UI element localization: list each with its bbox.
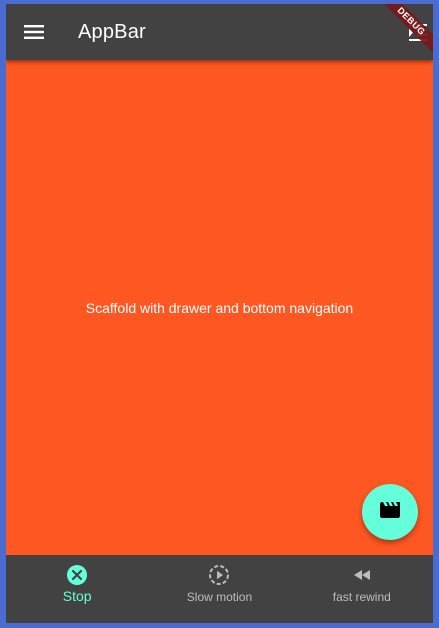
page-title: AppBar <box>78 21 146 43</box>
nav-item-fast-rewind[interactable]: fast rewind <box>291 555 433 623</box>
menu-button[interactable] <box>18 16 50 48</box>
movie-clapperboard-icon <box>378 498 402 527</box>
nav-label-stop: Stop <box>62 588 92 604</box>
body-text: Scaffold with drawer and bottom navigati… <box>85 300 354 316</box>
slow-motion-video-icon <box>208 564 230 586</box>
appbar-action-button[interactable] <box>403 16 433 48</box>
bottom-navigation-bar: Stop Slow motion fast rewind <box>6 555 433 623</box>
nav-item-slow-motion[interactable]: Slow motion <box>148 555 290 623</box>
format-indent-icon <box>403 24 433 52</box>
floating-action-button[interactable] <box>362 484 418 540</box>
cancel-icon <box>66 564 88 586</box>
app-bar: AppBar <box>6 4 433 60</box>
nav-label-fast-rewind: fast rewind <box>332 590 391 604</box>
scaffold-body: Scaffold with drawer and bottom navigati… <box>6 60 433 555</box>
fast-rewind-icon <box>351 564 373 586</box>
app-window: AppBar DEBUG Scaffold with drawer and bo… <box>0 0 439 628</box>
nav-label-slow-motion: Slow motion <box>186 590 253 604</box>
nav-item-stop[interactable]: Stop <box>6 555 148 623</box>
menu-icon <box>18 16 50 48</box>
